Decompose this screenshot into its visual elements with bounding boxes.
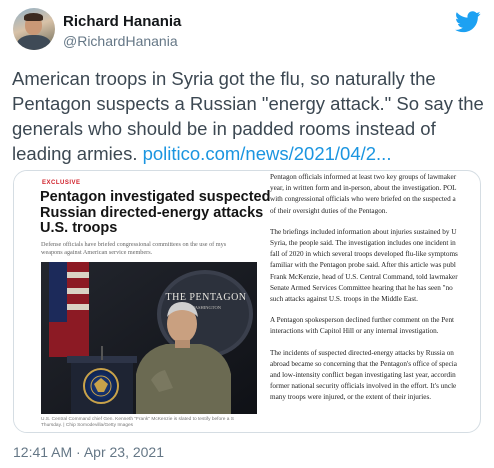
dek-line: weapons against American service members… xyxy=(41,249,153,256)
paragraph-line: with congressional officials who were br… xyxy=(270,195,456,204)
podium-sign: THE PENTAGON xyxy=(165,292,246,303)
paragraph-line: interactions with Capitol Hill or any in… xyxy=(270,327,439,336)
author-name[interactable]: Richard Hanania xyxy=(63,13,181,30)
link-preview-card[interactable]: EXCLUSIVE Pentagon investigated suspecte… xyxy=(13,170,481,433)
article-right-column: Pentagon officials informed at least two… xyxy=(266,171,480,432)
paragraph-line: Syria, the people said. The investigatio… xyxy=(270,239,456,248)
headline-line: U.S. troops xyxy=(40,220,118,236)
headline-line: Russian directed-energy attacks xyxy=(40,204,264,221)
paragraph-line: familiar with the Pentagon probe said. A… xyxy=(270,261,456,270)
article-photo: THE PENTAGON WASHINGTON xyxy=(41,262,257,414)
tweet: Richard Hanania @RichardHanania American… xyxy=(0,0,494,468)
article-paragraph: Pentagon officials informed at least two… xyxy=(270,172,480,217)
paragraph-line: abroad became so concerning that the Pen… xyxy=(270,359,457,368)
tweet-text: American troops in Syria got the flu, so… xyxy=(12,66,490,166)
article-link[interactable]: politico.com/news/2021/04/2... xyxy=(143,143,392,164)
paragraph-line: The incidents of suspected directed-ener… xyxy=(270,348,454,357)
paragraph-line: The briefings included information about… xyxy=(270,227,457,236)
exclusive-tag: EXCLUSIVE xyxy=(42,180,81,186)
paragraph-line: of their oversight duties of the Pentago… xyxy=(270,206,388,215)
article-paragraph: The incidents of suspected directed-ener… xyxy=(270,348,480,404)
article-dek: Defense officials have briefed congressi… xyxy=(41,241,251,257)
paragraph-line: many troops were injured, or the extent … xyxy=(270,393,432,402)
paragraph-line: and low-intensity conflict began investi… xyxy=(270,371,456,380)
photo-caption: U.S. Central Command chief Gen. Kenneth … xyxy=(41,417,246,429)
paragraph-line: Senate Armed Services Committee hearing … xyxy=(270,283,453,292)
paragraph-line: Pentagon officials informed at least two… xyxy=(270,173,457,181)
tweet-timestamp[interactable]: 12:41 AM · Apr 23, 2021 xyxy=(13,444,164,460)
article-paragraph: A Pentagon spokesperson declined further… xyxy=(270,315,480,337)
headline-line: Pentagon investigated suspected xyxy=(40,189,271,205)
article-headline: Pentagon investigated suspected Russian … xyxy=(40,189,271,237)
paragraph-line: former national security officials invol… xyxy=(270,382,457,391)
article-left-column: EXCLUSIVE Pentagon investigated suspecte… xyxy=(14,171,270,432)
lectern xyxy=(67,356,137,414)
dek-line: Defense officials have briefed congressi… xyxy=(41,241,227,248)
author-handle[interactable]: @RichardHanania xyxy=(63,33,178,49)
paragraph-line: fall of 2020 in which several troops dev… xyxy=(270,250,458,259)
twitter-bird-icon[interactable] xyxy=(455,11,481,33)
paragraph-line: year, in written form and in-person, abo… xyxy=(270,184,457,193)
us-flag xyxy=(49,262,89,357)
paragraph-line: such attacks against U.S. troops in the … xyxy=(270,295,418,304)
article-paragraph: The briefings included information about… xyxy=(270,227,480,305)
caption-line: Thursday. | Chip Somodevilla/Getty Image… xyxy=(41,423,134,428)
paragraph-line: A Pentagon spokesperson declined further… xyxy=(270,316,455,325)
paragraph-line: Frank McKenzie, head of U.S. Central Com… xyxy=(270,272,458,281)
avatar[interactable] xyxy=(13,8,55,50)
